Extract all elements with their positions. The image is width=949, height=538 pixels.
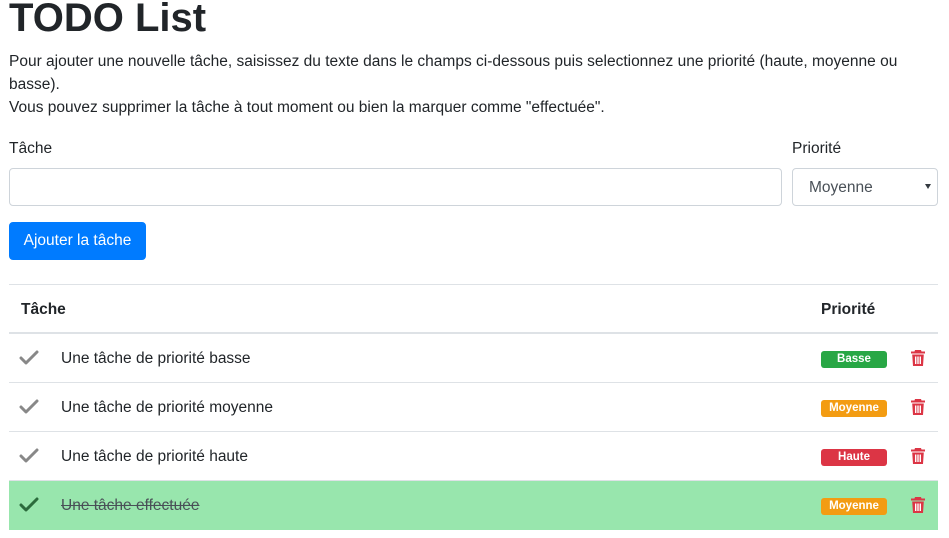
check-icon[interactable] bbox=[19, 398, 39, 416]
priority-select-value: Moyenne bbox=[809, 179, 873, 196]
priority-select[interactable]: Moyenne bbox=[792, 168, 938, 206]
task-text: Une tâche effectuée bbox=[61, 497, 200, 514]
intro-line-2: Vous pouvez supprimer la tâche à tout mo… bbox=[9, 99, 605, 116]
intro-line-1: Pour ajouter une nouvelle tâche, saisiss… bbox=[9, 53, 898, 93]
table-row: Une tâche effectuée Moyenne bbox=[9, 481, 938, 530]
header-task: Tâche bbox=[21, 301, 66, 318]
check-icon[interactable] bbox=[19, 496, 39, 514]
priority-badge: Moyenne bbox=[821, 400, 887, 417]
priority-badge: Basse bbox=[821, 351, 887, 368]
check-icon[interactable] bbox=[19, 447, 39, 465]
trash-icon[interactable] bbox=[910, 398, 926, 416]
check-icon[interactable] bbox=[19, 349, 39, 367]
priority-label: Priorité bbox=[792, 140, 842, 157]
page-title: TODO List bbox=[9, 0, 207, 40]
header-priority: Priorité bbox=[821, 301, 876, 318]
caret-down-icon bbox=[925, 184, 931, 189]
task-input[interactable] bbox=[9, 168, 782, 206]
task-text: Une tâche de priorité haute bbox=[61, 448, 248, 465]
intro-text: Pour ajouter une nouvelle tâche, saisiss… bbox=[9, 50, 929, 119]
todo-app: TODO List Pour ajouter une nouvelle tâch… bbox=[0, 0, 949, 538]
table-header: Tâche Priorité bbox=[9, 284, 938, 334]
trash-icon[interactable] bbox=[910, 496, 926, 514]
trash-icon[interactable] bbox=[910, 349, 926, 367]
priority-badge: Moyenne bbox=[821, 498, 887, 515]
add-task-button[interactable]: Ajouter la tâche bbox=[9, 222, 146, 260]
task-label: Tâche bbox=[9, 140, 53, 157]
table-row: Une tâche de priorité haute Haute bbox=[9, 432, 938, 481]
task-table: Tâche Priorité Une tâche de priorité bas… bbox=[9, 284, 938, 530]
task-text: Une tâche de priorité moyenne bbox=[61, 399, 273, 416]
trash-icon[interactable] bbox=[910, 447, 926, 465]
table-row: Une tâche de priorité moyenne Moyenne bbox=[9, 383, 938, 432]
table-row: Une tâche de priorité basse Basse bbox=[9, 334, 938, 383]
priority-badge: Haute bbox=[821, 449, 887, 466]
task-text: Une tâche de priorité basse bbox=[61, 350, 251, 367]
